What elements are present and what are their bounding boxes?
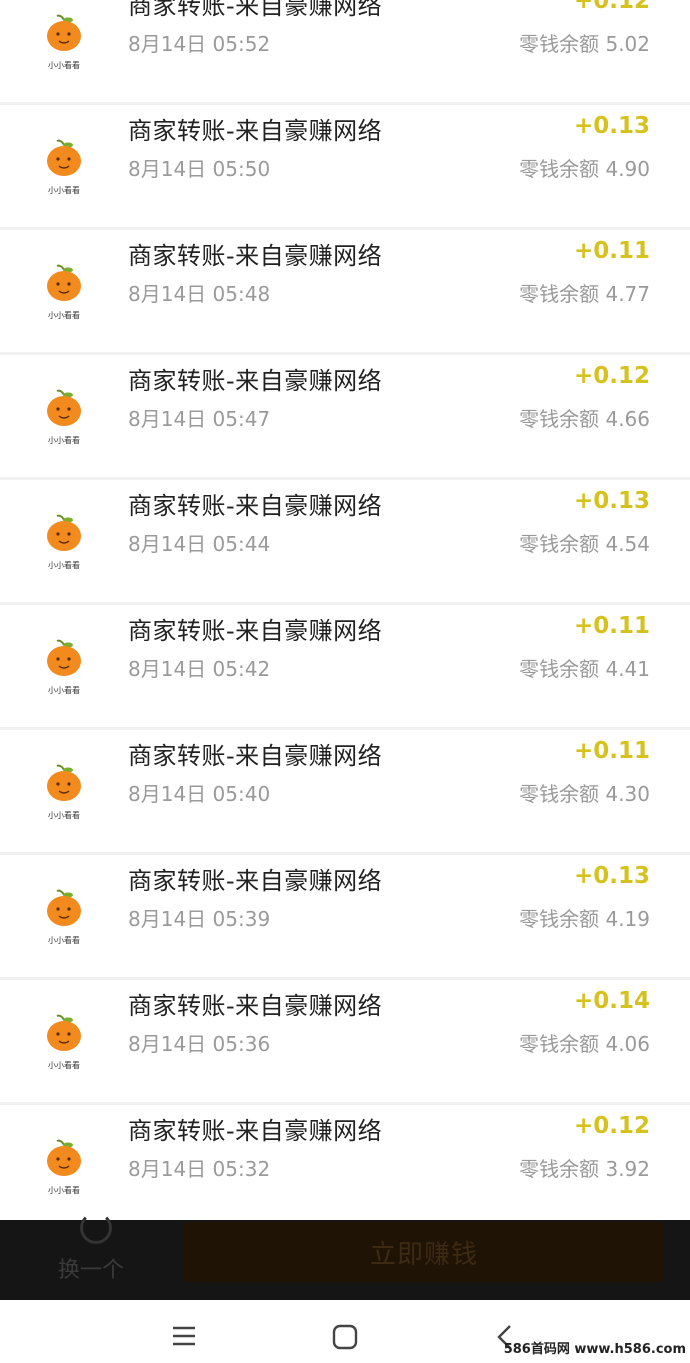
watermark: 586首码网 www.h586.com xyxy=(503,1342,686,1357)
transaction-title: 商家转账-来自豪赚网络 xyxy=(128,367,383,395)
transaction-amount: +0.13 xyxy=(573,863,650,889)
merchant-logo-icon: 小小看看 xyxy=(42,639,86,695)
transaction-amount: +0.11 xyxy=(573,613,650,639)
transaction-amount: +0.13 xyxy=(573,113,650,139)
merchant-logo-icon: 小小看看 xyxy=(42,264,86,320)
merchant-logo-icon: 小小看看 xyxy=(42,889,86,945)
transaction-balance: 零钱余额 4.06 xyxy=(519,1032,650,1056)
merchant-logo-icon: 小小看看 xyxy=(42,139,86,195)
svg-text:小小看看: 小小看看 xyxy=(48,811,80,820)
transaction-amount: +0.11 xyxy=(573,238,650,264)
menu-icon[interactable] xyxy=(170,1324,198,1348)
transaction-title: 商家转账-来自豪赚网络 xyxy=(128,242,383,270)
transaction-time: 8月14日 05:47 xyxy=(128,407,271,431)
transaction-amount: +0.12 xyxy=(573,0,650,14)
svg-text:小小看看: 小小看看 xyxy=(48,1061,80,1070)
transaction-title: 商家转账-来自豪赚网络 xyxy=(128,492,383,520)
transaction-amount: +0.14 xyxy=(573,988,650,1014)
transaction-row[interactable]: 小小看看 商家转账-来自豪赚网络 8月14日 05:48 +0.11 零钱余额 … xyxy=(0,230,690,352)
system-nav-bar: 586首码网 www.h586.com xyxy=(0,1300,690,1363)
transaction-amount: +0.12 xyxy=(573,363,650,389)
transaction-title: 商家转账-来自豪赚网络 xyxy=(128,742,383,770)
transaction-row[interactable]: 小小看看 商家转账-来自豪赚网络 8月14日 05:40 +0.11 零钱余额 … xyxy=(0,730,690,852)
svg-text:小小看看: 小小看看 xyxy=(48,686,80,695)
transaction-time: 8月14日 05:50 xyxy=(128,157,271,181)
transaction-balance: 零钱余额 4.19 xyxy=(519,907,650,931)
wechat-wallet-screen: 小小看看 商家转账-来自豪赚网络 8月14日 05:52 +0.12 零钱余额 … xyxy=(0,0,690,1363)
transaction-amount: +0.12 xyxy=(573,1113,650,1139)
merchant-logo-icon: 小小看看 xyxy=(42,514,86,570)
svg-text:小小看看: 小小看看 xyxy=(48,561,80,570)
merchant-logo-icon: 小小看看 xyxy=(42,14,86,70)
transaction-list[interactable]: 小小看看 商家转账-来自豪赚网络 8月14日 05:52 +0.12 零钱余额 … xyxy=(0,0,690,1220)
home-icon[interactable] xyxy=(331,1324,359,1350)
merchant-logo-icon: 小小看看 xyxy=(42,1139,86,1195)
transaction-title: 商家转账-来自豪赚网络 xyxy=(128,992,383,1020)
transaction-time: 8月14日 05:42 xyxy=(128,657,271,681)
transaction-balance: 零钱余额 4.30 xyxy=(519,782,650,806)
transaction-time: 8月14日 05:52 xyxy=(128,32,271,56)
transaction-row[interactable]: 小小看看 商家转账-来自豪赚网络 8月14日 05:50 +0.13 零钱余额 … xyxy=(0,105,690,227)
transaction-row[interactable]: 小小看看 商家转账-来自豪赚网络 8月14日 05:42 +0.11 零钱余额 … xyxy=(0,605,690,727)
bottom-action-bar: 换一个 立即赚钱 xyxy=(0,1212,690,1300)
transaction-title: 商家转账-来自豪赚网络 xyxy=(128,867,383,895)
transaction-balance: 零钱余额 5.02 xyxy=(519,32,650,56)
svg-text:小小看看: 小小看看 xyxy=(48,436,80,445)
transaction-balance: 零钱余额 3.92 xyxy=(519,1157,650,1181)
transaction-time: 8月14日 05:44 xyxy=(128,532,271,556)
svg-text:小小看看: 小小看看 xyxy=(48,311,80,320)
merchant-logo-icon: 小小看看 xyxy=(42,1014,86,1070)
transaction-amount: +0.11 xyxy=(573,738,650,764)
transaction-title: 商家转账-来自豪赚网络 xyxy=(128,617,383,645)
transaction-balance: 零钱余额 4.41 xyxy=(519,657,650,681)
transaction-title: 商家转账-来自豪赚网络 xyxy=(128,0,383,20)
transaction-balance: 零钱余额 4.90 xyxy=(519,157,650,181)
transaction-row[interactable]: 小小看看 商家转账-来自豪赚网络 8月14日 05:36 +0.14 零钱余额 … xyxy=(0,980,690,1102)
transaction-balance: 零钱余额 4.54 xyxy=(519,532,650,556)
transaction-title: 商家转账-来自豪赚网络 xyxy=(128,117,383,145)
transaction-time: 8月14日 05:39 xyxy=(128,907,271,931)
transaction-amount: +0.13 xyxy=(573,488,650,514)
transaction-balance: 零钱余额 4.77 xyxy=(519,282,650,306)
transaction-row[interactable]: 小小看看 商家转账-来自豪赚网络 8月14日 05:52 +0.12 零钱余额 … xyxy=(0,0,690,102)
svg-text:小小看看: 小小看看 xyxy=(48,936,80,945)
transaction-row[interactable]: 小小看看 商家转账-来自豪赚网络 8月14日 05:44 +0.13 零钱余额 … xyxy=(0,480,690,602)
merchant-logo-icon: 小小看看 xyxy=(42,389,86,445)
svg-text:小小看看: 小小看看 xyxy=(48,1186,80,1195)
transaction-balance: 零钱余额 4.66 xyxy=(519,407,650,431)
transaction-row[interactable]: 小小看看 商家转账-来自豪赚网络 8月14日 05:39 +0.13 零钱余额 … xyxy=(0,855,690,977)
earn-now-label: 立即赚钱 xyxy=(369,1239,478,1270)
swap-button[interactable]: 换一个 xyxy=(58,1252,124,1284)
transaction-row[interactable]: 小小看看 商家转账-来自豪赚网络 8月14日 05:47 +0.12 零钱余额 … xyxy=(0,355,690,477)
transaction-time: 8月14日 05:48 xyxy=(128,282,271,306)
svg-text:小小看看: 小小看看 xyxy=(48,61,80,70)
transaction-row[interactable]: 小小看看 商家转账-来自豪赚网络 8月14日 05:32 +0.12 零钱余额 … xyxy=(0,1105,690,1220)
refresh-icon[interactable] xyxy=(80,1212,112,1244)
transaction-time: 8月14日 05:32 xyxy=(128,1157,271,1181)
transaction-time: 8月14日 05:36 xyxy=(128,1032,271,1056)
transaction-time: 8月14日 05:40 xyxy=(128,782,271,806)
merchant-logo-icon: 小小看看 xyxy=(42,764,86,820)
earn-now-button[interactable]: 立即赚钱 xyxy=(184,1222,664,1282)
svg-text:小小看看: 小小看看 xyxy=(48,186,80,195)
transaction-title: 商家转账-来自豪赚网络 xyxy=(128,1117,383,1145)
